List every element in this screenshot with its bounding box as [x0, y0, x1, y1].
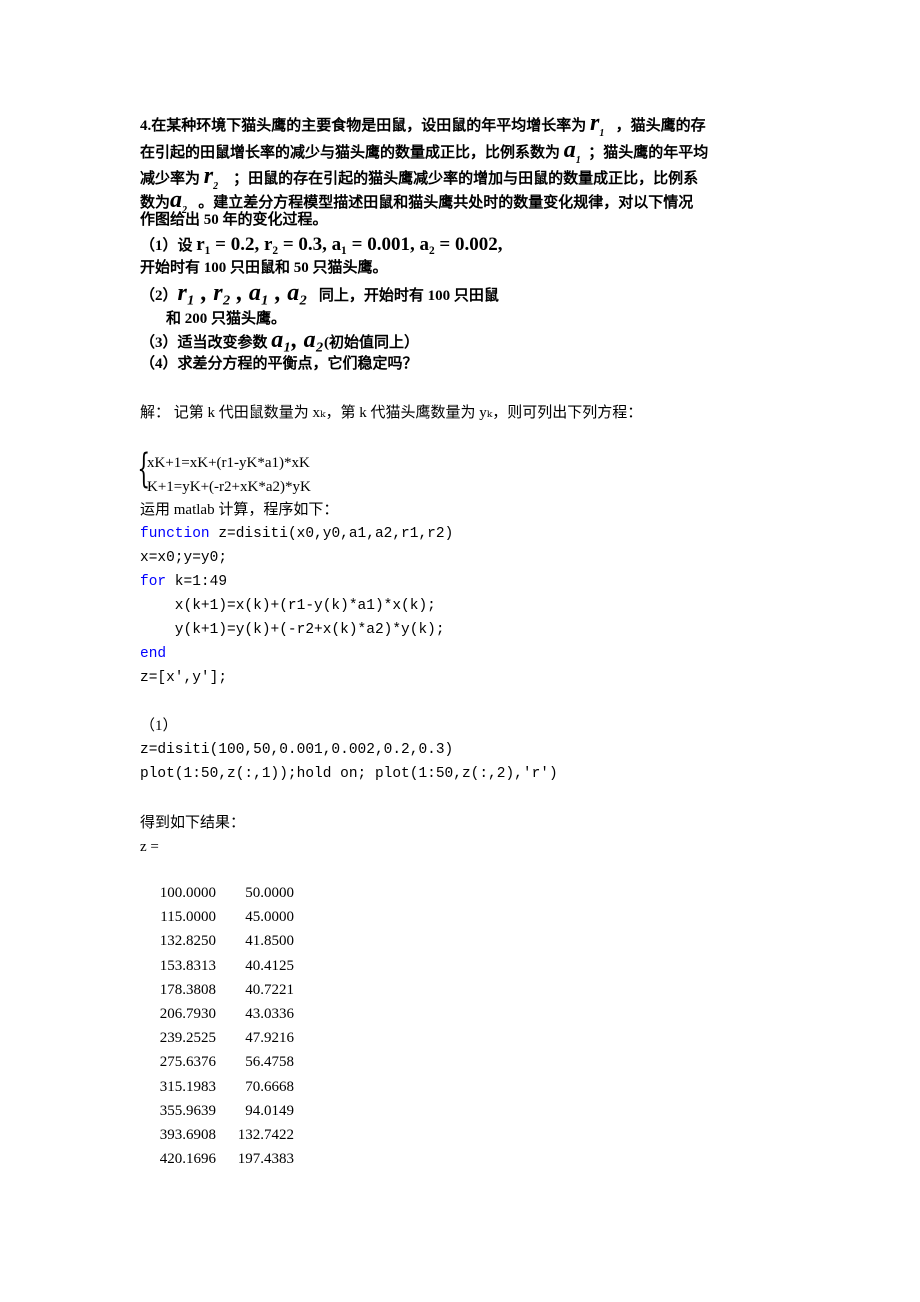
result-z: z = — [140, 839, 159, 855]
table-cell: 43.0336 — [245, 1006, 294, 1022]
table-cell: 40.4125 — [245, 957, 294, 974]
table-cell: 132.7422 — [237, 1127, 294, 1143]
part1-plot: plot(1:50,z(:,1));hold on; plot(1:50,z(:… — [140, 766, 558, 782]
equation-1: xK+1=xK+(r1-yK*a1)*xK — [147, 455, 310, 471]
table-cell: 70.6668 — [245, 1078, 294, 1095]
code-line: z=[x',y']; — [140, 670, 228, 686]
table-cell: 56.4758 — [245, 1054, 294, 1071]
code-line: function z=disiti(x0,y0,a1,a2,r1,r2) — [140, 526, 454, 542]
table-cell: 45.0000 — [245, 909, 294, 926]
code-line: y(k+1)=y(k)+(-r2+x(k)*a2)*y(k); — [140, 622, 445, 638]
table-cell: 40.7221 — [245, 981, 294, 998]
code-line: for k=1:49 — [140, 574, 228, 590]
code-line: end — [140, 646, 167, 662]
table-cell: 197.4383 — [237, 1151, 294, 1168]
question-3: （3）适当改变参数 a₁, a₂(初始值同上） — [140, 327, 419, 353]
table-cell: 41.8500 — [245, 933, 294, 950]
problem-line-5: 作图给出 50 年的变化过程。 — [140, 212, 328, 228]
solution-intro: 解： 记第 k 代田鼠数量为 xₖ，第 k 代猫头鹰数量为 yₖ，则可列出下列方… — [140, 405, 643, 421]
matlab-intro: 运用 matlab 计算，程序如下： — [140, 502, 339, 518]
table-cell: 94.0149 — [245, 1102, 294, 1119]
question-1-cont: 开始时有 100 只田鼠和 50 只猫头鹰。 — [140, 260, 388, 276]
result-label: 得到如下结果： — [140, 815, 246, 831]
table-cell: 47.9216 — [245, 1030, 294, 1047]
part1-call: z=disiti(100,50,0.001,0.002,0.2,0.3) — [140, 742, 454, 758]
document-page: 4.在某种环境下猫头鹰的主要食物是田鼠，设田鼠的年平均增长率为 r1 ，猫头鹰的… — [0, 0, 920, 1302]
question-2: （2）r₁ , r₂ , a₁ , a₂ 同上，开始时有 100 只田鼠 — [140, 280, 499, 306]
code-line: x(k+1)=x(k)+(r1-y(k)*a1)*x(k); — [140, 598, 436, 614]
part1-label: （1） — [140, 718, 178, 734]
equation-2: K+1=yK+(-r2+xK*a2)*yK — [147, 479, 311, 495]
table-cell: 50.0000 — [245, 885, 294, 901]
question-1: （1）设 r₁ = 0.2, r₂ = 0.3, a₁ = 0.001, a₂ … — [140, 234, 503, 255]
question-4: （4）求差分方程的平衡点，它们稳定吗？ — [140, 356, 418, 372]
question-2-cont: 和 200 只猫头鹰。 — [166, 311, 287, 327]
code-line: x=x0;y=y0; — [140, 550, 228, 566]
